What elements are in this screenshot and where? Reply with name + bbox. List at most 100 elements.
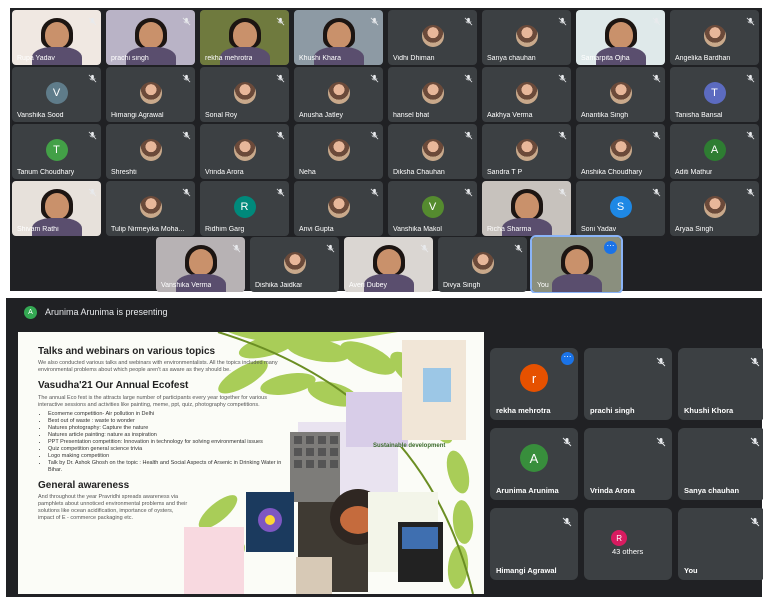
participant-name: Richa Sharma bbox=[487, 226, 532, 233]
participant-tile[interactable]: ⋯ You bbox=[530, 235, 623, 294]
participant-tile[interactable]: Khushi Khara bbox=[294, 10, 383, 65]
participant-tile[interactable]: You bbox=[678, 508, 763, 580]
participant-name: Angelika Bardhan bbox=[675, 55, 731, 62]
more-options-icon[interactable]: ⋯ bbox=[561, 352, 574, 365]
participant-name: rekha mehrotra bbox=[205, 55, 253, 62]
participant-tile[interactable]: Khushi Khora bbox=[678, 348, 763, 420]
participant-name: Vidhi Dhiman bbox=[393, 55, 435, 62]
bullet-item: PPT Presentation competition: Innovation… bbox=[48, 439, 283, 446]
mic-off-icon bbox=[464, 127, 473, 140]
avatar: V bbox=[45, 82, 68, 105]
participant-tile[interactable]: Sanya chauhan bbox=[482, 10, 571, 65]
mic-off-icon bbox=[562, 514, 572, 527]
participant-tile[interactable]: A Aditi Mathur bbox=[670, 124, 759, 179]
participant-tile[interactable]: Angelika Bardhan bbox=[670, 10, 759, 65]
participant-name: Himangi Agrawal bbox=[111, 112, 164, 119]
participant-tile[interactable]: Anvi Gupta bbox=[294, 181, 383, 236]
participant-tile[interactable]: R Ridhim Garg bbox=[200, 181, 289, 236]
presenter-avatar: A bbox=[24, 305, 37, 319]
participant-name: Aryaa Singh bbox=[675, 226, 714, 233]
avatar bbox=[139, 139, 162, 162]
participant-tile[interactable]: Shivam Rathi bbox=[12, 181, 101, 236]
participant-name: Vanshika Verma bbox=[161, 282, 212, 289]
participant-tile[interactable]: Anshika Choudhary bbox=[576, 124, 665, 179]
participant-tile[interactable]: V Vanshika Sood bbox=[12, 67, 101, 122]
mic-off-icon bbox=[370, 13, 379, 26]
participant-name: Dishika Jaidkar bbox=[255, 282, 303, 289]
participant-tile[interactable]: T Tanum Choudhary bbox=[12, 124, 101, 179]
participant-tile[interactable]: Rupa Yadav bbox=[12, 10, 101, 65]
participant-name: Khushi Khora bbox=[684, 406, 734, 415]
participant-name: Anshika Choudhary bbox=[581, 169, 643, 176]
participant-name: Sonal Roy bbox=[205, 112, 238, 119]
participant-tile[interactable]: Himangi Agrawal bbox=[106, 67, 195, 122]
participant-tile[interactable]: Vrinda Arora bbox=[200, 124, 289, 179]
slide-para-ecofest: The annual Eco fest is the attracts larg… bbox=[38, 395, 267, 408]
bullet-item: Best out of waste : waste to wonder bbox=[48, 418, 283, 425]
mic-off-icon bbox=[182, 127, 191, 140]
participant-tile[interactable]: hansel bhat bbox=[388, 67, 477, 122]
avatar bbox=[609, 139, 632, 162]
participant-tile[interactable]: Anusha Jatley bbox=[294, 67, 383, 122]
mic-off-icon bbox=[656, 354, 666, 367]
participant-tile[interactable]: Vidhi Dhiman bbox=[388, 10, 477, 65]
participant-tile[interactable]: Averi Dubey bbox=[344, 237, 433, 292]
participant-tile[interactable]: r ⋯ rekha mehrotra bbox=[490, 348, 578, 420]
presentation-view: A Arunima Arunima is presenting Talks an… bbox=[6, 298, 763, 597]
avatar bbox=[283, 252, 306, 275]
avatar bbox=[327, 82, 350, 105]
participant-tile[interactable]: Dishika Jaidkar bbox=[250, 237, 339, 292]
participant-tile[interactable]: Anantika Singh bbox=[576, 67, 665, 122]
avatar bbox=[327, 196, 350, 219]
participant-name: Anvi Gupta bbox=[299, 226, 334, 233]
mic-off-icon bbox=[464, 13, 473, 26]
avatar bbox=[703, 25, 726, 48]
participant-tile[interactable]: Richa Sharma bbox=[482, 181, 571, 236]
slide-heading-ecofest: Vasudha'21 Our Annual Ecofest bbox=[38, 380, 189, 391]
participant-tile[interactable]: Neha bbox=[294, 124, 383, 179]
participant-name: 43 others bbox=[612, 547, 644, 556]
participant-name: Samarpita Ojha bbox=[581, 55, 630, 62]
avatar bbox=[421, 25, 444, 48]
avatar bbox=[520, 524, 548, 552]
participant-tile[interactable]: Aakhya Verma bbox=[482, 67, 571, 122]
avatar bbox=[515, 139, 538, 162]
mic-off-icon bbox=[746, 184, 755, 197]
mic-off-icon bbox=[182, 70, 191, 83]
participant-tile[interactable]: Samarpita Ojha bbox=[576, 10, 665, 65]
mic-off-icon bbox=[558, 13, 567, 26]
participant-name: prachi singh bbox=[590, 406, 635, 415]
participant-tile[interactable]: Vrinda Arora bbox=[584, 428, 672, 500]
mic-off-icon bbox=[420, 240, 429, 253]
participant-tile[interactable]: S Soni Yadav bbox=[576, 181, 665, 236]
participant-tile[interactable]: Tulip Nirmeyika Moha... bbox=[106, 181, 195, 236]
participant-name: Khushi Khara bbox=[299, 55, 342, 62]
participant-name: Vrinda Arora bbox=[590, 486, 635, 495]
participant-tile[interactable]: Vanshika Verma bbox=[156, 237, 245, 292]
participant-tile[interactable]: Himangi Agrawal bbox=[490, 508, 578, 580]
participant-tile[interactable]: Aryaa Singh bbox=[670, 181, 759, 236]
participant-tile[interactable]: Sanya chauhan bbox=[678, 428, 763, 500]
participant-name: Shreshti bbox=[111, 169, 137, 176]
participant-tile[interactable]: Sonal Roy bbox=[200, 67, 289, 122]
avatar: S bbox=[609, 196, 632, 219]
more-options-icon[interactable]: ⋯ bbox=[604, 241, 617, 254]
avatar: T bbox=[703, 82, 726, 105]
participant-tile[interactable]: rekha mehrotra bbox=[200, 10, 289, 65]
participant-tile[interactable]: Divya Singh bbox=[438, 237, 527, 292]
avatar bbox=[614, 444, 642, 472]
participant-tile[interactable]: V Vanshika Makol bbox=[388, 181, 477, 236]
others-tile[interactable]: R 43 others bbox=[584, 508, 672, 580]
avatar: A bbox=[703, 139, 726, 162]
participant-tile[interactable]: prachi singh bbox=[584, 348, 672, 420]
mic-off-icon bbox=[88, 13, 97, 26]
participant-tile[interactable]: A Arunima Arunima bbox=[490, 428, 578, 500]
participant-tile[interactable]: Sandra T P bbox=[482, 124, 571, 179]
participant-name: Anantika Singh bbox=[581, 112, 629, 119]
mic-off-icon bbox=[652, 13, 661, 26]
avatar bbox=[708, 444, 736, 472]
participant-tile[interactable]: Shreshti bbox=[106, 124, 195, 179]
participant-tile[interactable]: prachi singh bbox=[106, 10, 195, 65]
participant-tile[interactable]: Diksha Chauhan bbox=[388, 124, 477, 179]
participant-tile[interactable]: T Tanisha Bansal bbox=[670, 67, 759, 122]
